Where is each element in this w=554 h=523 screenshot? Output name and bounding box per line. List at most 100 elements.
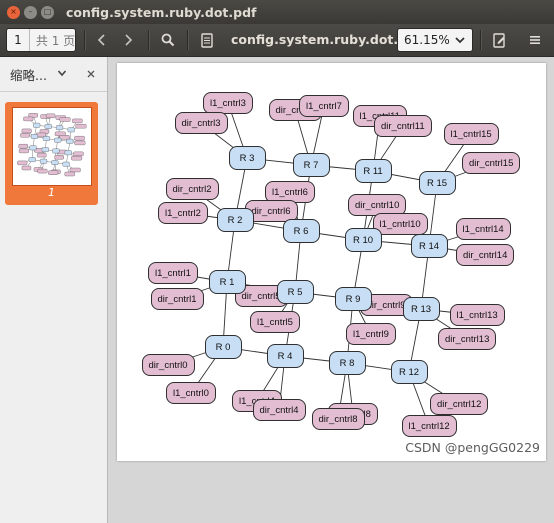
controller-node-l1-cntrl1: l1_cntrl1: [148, 262, 198, 284]
thumbnail-router-node: [33, 122, 41, 128]
controller-node-dir-cntrl14: dir_cntrl14: [456, 244, 515, 266]
router-node-r-13: R 13: [402, 297, 440, 321]
thumbnail-router-node: [28, 157, 36, 162]
thumbnail-router-node: [30, 134, 39, 139]
thumbnail-controller-node: [71, 156, 83, 161]
document-properties-button[interactable]: [195, 28, 219, 52]
maximize-icon: □: [43, 7, 52, 16]
thumbnail-controller-node: [21, 165, 32, 171]
thumbnail-router-node: [52, 148, 60, 154]
router-node-r-6: R 6: [282, 219, 320, 243]
controller-node-l1-cntrl7: l1_cntrl7: [299, 95, 349, 117]
title-bar: × – □ config.system.ruby.dot.pdf: [0, 0, 554, 25]
close-sidebar-icon[interactable]: [87, 68, 95, 81]
current-page-input[interactable]: 1: [7, 29, 30, 51]
thumbnail-router-node: [41, 147, 49, 152]
thumbnail-router-node: [42, 136, 51, 141]
router-node-r-8: R 8: [328, 351, 366, 375]
router-node-r-1: R 1: [208, 270, 246, 294]
controller-node-dir-cntrl12: dir_cntrl12: [430, 393, 489, 415]
document-title: config.system.ruby.dot.pdf: [231, 32, 422, 47]
minimize-icon: –: [28, 7, 33, 16]
controller-node-dir-cntrl3: dir_cntrl3: [174, 112, 228, 134]
thumbnail-controller-node: [20, 133, 30, 138]
controller-node-l1-cntrl9: l1_cntrl9: [346, 323, 396, 345]
close-icon: ×: [10, 7, 17, 16]
router-node-r-0: R 0: [204, 335, 242, 359]
window-close-button[interactable]: ×: [7, 5, 20, 19]
controller-node-l1-cntrl0: l1_cntrl0: [166, 382, 216, 404]
thumbnail-controller-node: [72, 118, 83, 124]
router-node-r-14: R 14: [410, 234, 448, 258]
sidebar-header: 缩略...: [0, 57, 107, 92]
thumbnail-controller-node: [17, 160, 28, 166]
annotate-icon: [492, 32, 505, 48]
thumbnail-router-node: [67, 127, 75, 133]
thumbnail-controller-node: [21, 128, 32, 134]
thumbnail-page-number: 1: [48, 186, 55, 199]
window-maximize-button[interactable]: □: [41, 5, 54, 19]
thumbnail-controller-node: [75, 124, 87, 129]
controller-node-l1-cntrl15: l1_cntrl15: [443, 123, 499, 145]
pdf-page: l1_cntrl3dir_cntrl3dir_cntrl7l1_cntrl7l1…: [117, 63, 546, 461]
thumbnail-controller-node: [18, 148, 29, 154]
controller-node-dir-cntrl1: dir_cntrl1: [150, 288, 204, 310]
thumbnail-controller-node: [28, 113, 38, 118]
thumbnail-router-node: [51, 160, 59, 165]
router-node-r-12: R 12: [390, 360, 428, 384]
toolbar: 1 共 1 页 config.system.ruby.dot.pdf 61.15…: [0, 24, 554, 57]
toolbar-separator: [84, 30, 85, 50]
chevron-right-icon: [125, 34, 133, 46]
controller-node-l1-cntrl2: l1_cntrl2: [158, 202, 208, 224]
controller-node-dir-cntrl4: dir_cntrl4: [252, 399, 306, 421]
toolbar-separator: [480, 30, 481, 50]
thumbnail-router-node: [55, 125, 64, 130]
sidebar-mode-label[interactable]: 缩略...: [10, 65, 47, 84]
thumbnail-controller-node: [54, 155, 64, 160]
thumbnail-router-node: [62, 161, 70, 167]
controller-node-dir-cntrl0: dir_cntrl0: [141, 354, 195, 376]
controller-node-dir-cntrl11: dir_cntrl11: [374, 115, 432, 137]
router-node-r-7: R 7: [292, 153, 330, 177]
controller-node-l1-cntrl5: l1_cntrl5: [250, 311, 300, 333]
router-node-r-11: R 11: [354, 159, 392, 183]
controller-node-dir-cntrl2: dir_cntrl2: [165, 178, 219, 200]
zoom-value: 61.15%: [404, 33, 450, 47]
thumbnail-controller-node: [48, 170, 59, 175]
router-node-r-2: R 2: [216, 208, 254, 232]
thumbnail-controller-node: [18, 144, 28, 149]
controller-node-dir-cntrl15: dir_cntrl15: [462, 152, 521, 174]
thumbnail-controller-node: [23, 116, 34, 122]
chevron-down-icon[interactable]: [57, 68, 67, 81]
controller-node-l1-cntrl3: l1_cntrl3: [203, 92, 253, 114]
watermark: CSDN @pengGG0229: [405, 440, 540, 455]
window-minimize-button[interactable]: –: [24, 5, 37, 19]
previous-page-button[interactable]: [92, 28, 112, 52]
page-number-field[interactable]: 1 共 1 页: [6, 28, 76, 52]
search-button[interactable]: [156, 28, 180, 52]
router-node-r-15: R 15: [418, 171, 456, 195]
hamburger-menu-icon: [530, 36, 540, 44]
thumbnail-controller-node: [74, 140, 86, 146]
router-node-r-4: R 4: [266, 344, 304, 368]
annotate-button[interactable]: [487, 28, 511, 52]
thumbnail-router-node: [54, 137, 62, 143]
toolbar-separator: [148, 30, 149, 50]
thumbnail-controller-node: [59, 117, 71, 122]
page-thumbnail[interactable]: 1: [5, 102, 98, 205]
document-icon: [201, 32, 213, 48]
controller-node-l1-cntrl14: l1_cntrl14: [455, 218, 511, 240]
router-node-r-9: R 9: [334, 287, 372, 311]
search-icon: [161, 33, 175, 47]
zoom-select[interactable]: 61.15%: [397, 28, 473, 52]
next-page-button[interactable]: [118, 28, 138, 52]
thumbnail-router-node: [39, 158, 48, 164]
thumbnail-controller-node: [37, 152, 47, 158]
thumbnail-controller-node: [69, 167, 81, 173]
menu-button[interactable]: [523, 28, 547, 52]
thumbnail-controller-node: [73, 151, 84, 156]
thumbnail-router-node: [44, 124, 52, 129]
thumbnail-image: [12, 107, 92, 186]
thumbnail-router-node: [29, 145, 37, 151]
router-node-r-10: R 10: [344, 228, 382, 252]
